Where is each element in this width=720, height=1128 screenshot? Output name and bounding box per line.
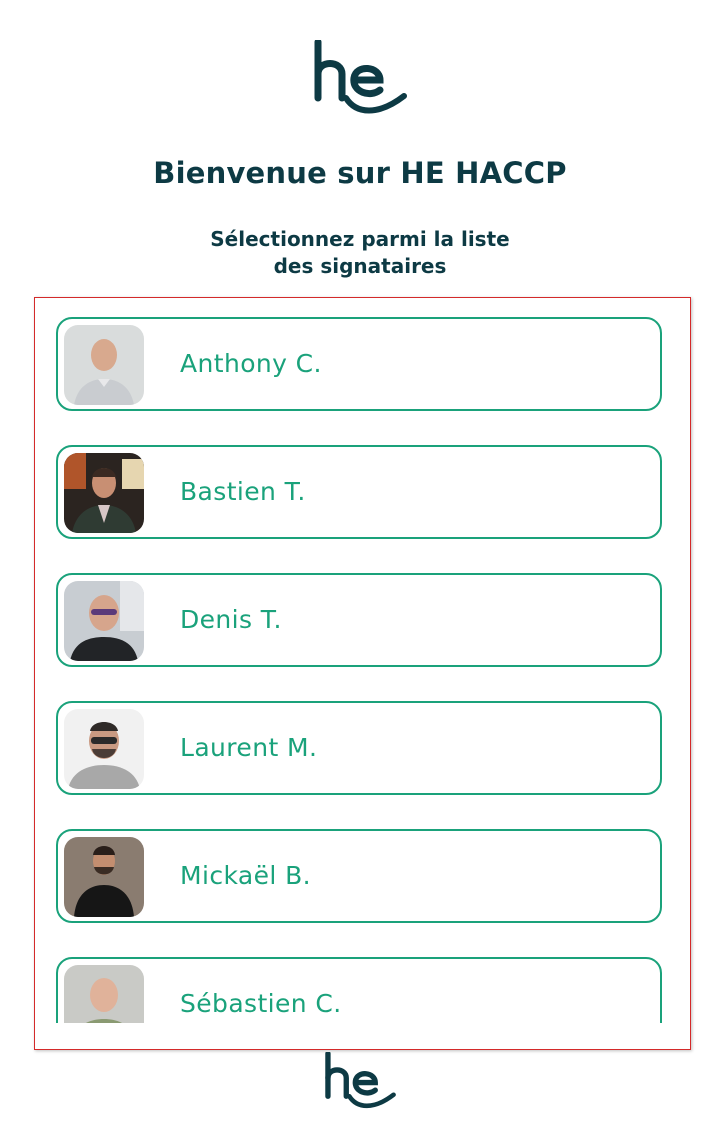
subtitle-line-1: Sélectionnez parmi la liste bbox=[210, 227, 510, 251]
subtitle-line-2: des signataires bbox=[273, 254, 447, 278]
signatory-name: Anthony C. bbox=[180, 349, 322, 378]
avatar bbox=[64, 325, 144, 405]
avatar bbox=[64, 965, 144, 1023]
he-logo bbox=[314, 40, 407, 114]
signatory-item[interactable]: Anthony C. bbox=[56, 317, 662, 411]
avatar bbox=[64, 453, 144, 533]
signatory-list[interactable]: Anthony C. Bastien T. Denis T. Laurent M… bbox=[34, 297, 691, 1050]
signatory-item[interactable]: Laurent M. bbox=[56, 701, 662, 795]
signatory-item[interactable]: Mickaël B. bbox=[56, 829, 662, 923]
he-logo-footer bbox=[325, 1052, 396, 1109]
page-subtitle: Sélectionnez parmi la liste des signatai… bbox=[0, 226, 720, 280]
signatory-item[interactable]: Denis T. bbox=[56, 573, 662, 667]
avatar bbox=[64, 709, 144, 789]
avatar bbox=[64, 837, 144, 917]
signatory-name: Bastien T. bbox=[180, 477, 306, 506]
avatar bbox=[64, 581, 144, 661]
signatory-name: Denis T. bbox=[180, 605, 282, 634]
signatory-item[interactable]: Sébastien C. bbox=[56, 957, 662, 1023]
signatory-name: Sébastien C. bbox=[180, 989, 342, 1018]
signatory-list-scroll[interactable]: Anthony C. Bastien T. Denis T. Laurent M… bbox=[35, 298, 690, 1023]
page-title: Bienvenue sur HE HACCP bbox=[153, 156, 567, 190]
signatory-item[interactable]: Bastien T. bbox=[56, 445, 662, 539]
signatory-name: Mickaël B. bbox=[180, 861, 311, 890]
signatory-name: Laurent M. bbox=[180, 733, 318, 762]
